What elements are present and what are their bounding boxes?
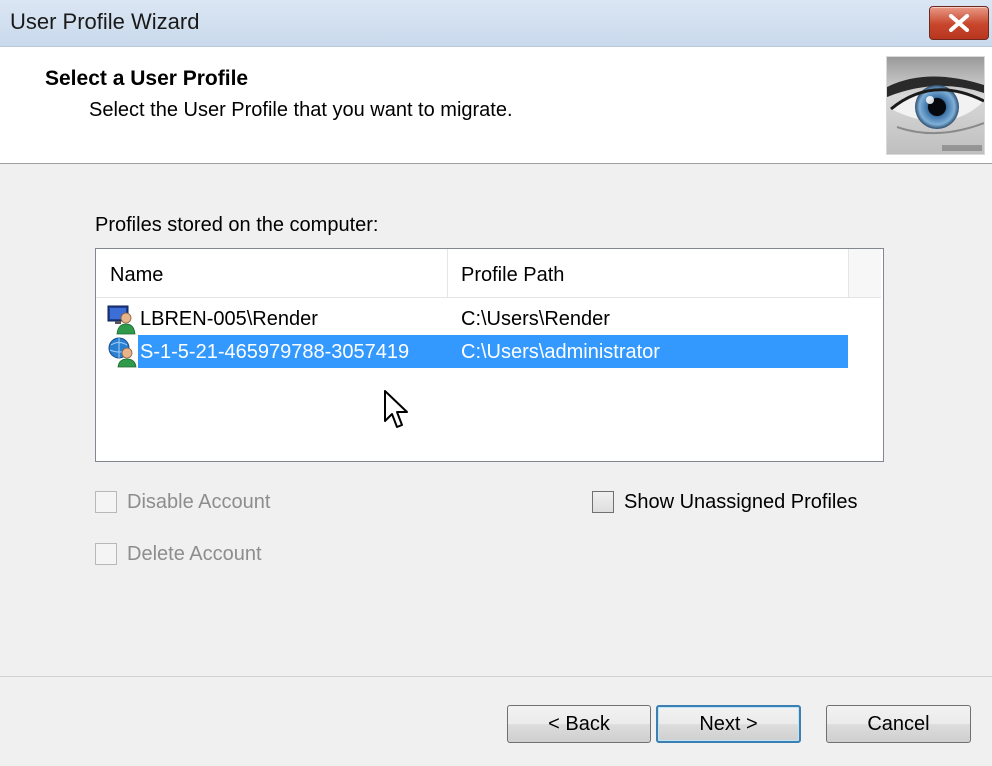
window-title: User Profile Wizard: [10, 9, 200, 34]
wizard-header: Select a User Profile Select the User Pr…: [0, 47, 992, 164]
cancel-button[interactable]: Cancel: [826, 705, 971, 743]
page-subtitle: Select the User Profile that you want to…: [89, 99, 513, 121]
column-header-filler: [849, 249, 881, 297]
checkbox-box[interactable]: [95, 491, 117, 513]
close-button[interactable]: [929, 6, 989, 40]
delete-account-checkbox[interactable]: Delete Account: [95, 541, 262, 567]
column-header-name[interactable]: Name: [96, 249, 448, 297]
checkbox-box[interactable]: [592, 491, 614, 513]
disable-account-checkbox[interactable]: Disable Account: [95, 489, 270, 515]
next-button[interactable]: Next >: [656, 705, 801, 743]
checkbox-label: Disable Account: [127, 490, 271, 513]
list-item[interactable]: LBREN-005\Render C:\Users\Render: [96, 302, 881, 336]
checkbox-box[interactable]: [95, 543, 117, 565]
list-header: Name Profile Path: [96, 249, 881, 298]
footer-divider: [0, 676, 992, 677]
profiles-list[interactable]: Name Profile Path LBREN-005\Render C:\Us…: [95, 248, 884, 462]
column-header-profile-path[interactable]: Profile Path: [448, 249, 849, 297]
profile-path: C:\Users\Render: [461, 308, 610, 330]
title-bar[interactable]: User Profile Wizard: [0, 0, 992, 47]
profile-path: C:\Users\administrator: [461, 341, 660, 363]
back-button[interactable]: < Back: [507, 705, 651, 743]
profile-name: S-1-5-21-465979788-3057419: [140, 341, 410, 363]
profiles-label: Profiles stored on the computer:: [95, 214, 379, 236]
close-icon: [949, 14, 969, 32]
eye-icon: [886, 56, 985, 155]
local-user-icon: [106, 303, 138, 335]
list-item-selected[interactable]: S-1-5-21-465979788-3057419 C:\Users\admi…: [96, 335, 881, 369]
show-unassigned-profiles-checkbox[interactable]: Show Unassigned Profiles: [592, 489, 857, 515]
checkbox-label: Show Unassigned Profiles: [624, 490, 858, 513]
page-title: Select a User Profile: [45, 67, 249, 90]
domain-user-icon: [106, 336, 138, 368]
profile-name: LBREN-005\Render: [140, 308, 318, 330]
mouse-cursor-icon: [384, 390, 408, 428]
checkbox-label: Delete Account: [127, 542, 262, 565]
